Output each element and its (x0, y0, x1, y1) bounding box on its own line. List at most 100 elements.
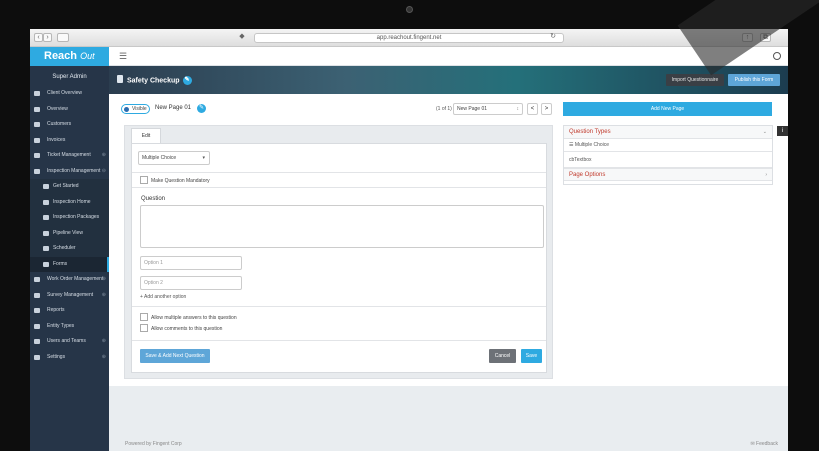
users-icon (34, 122, 40, 127)
edit-page-icon[interactable]: ✎ (197, 104, 206, 113)
powered-by: Powered by Fingent Corp (125, 441, 182, 447)
sidebar-item-users-and-teams[interactable]: Users and Teams ⊕ (30, 334, 109, 350)
briefcase-icon (34, 277, 40, 282)
question-type-textbox[interactable]: cbTextbox (564, 152, 772, 168)
page-options-title: Page Options (569, 172, 606, 178)
footer: Powered by Fingent Corp ✉ Feedback (109, 437, 788, 451)
visible-toggle[interactable]: Visible (121, 104, 150, 114)
sidebar-item-inspection-management[interactable]: Inspection Management ⊖ (30, 164, 109, 180)
sidebar-item-label: Work Order Management (47, 276, 104, 282)
main-content: Visible New Page 01 ✎ (1 of 1) New Page … (109, 94, 788, 386)
sidebar-item-label: Forms (53, 260, 68, 267)
chevron-down-icon: ⌄ (762, 129, 767, 135)
page-options-header[interactable]: Page Options › (564, 168, 772, 181)
sidebar-item-label: Customers (47, 121, 72, 127)
question-type-label: Multiple Choice (574, 142, 610, 148)
sidebar-item-label: Get Started (53, 183, 79, 189)
back-button[interactable]: ‹ (34, 33, 43, 42)
plus-icon: ⊕ (101, 152, 106, 158)
report-icon (34, 308, 40, 313)
plus-icon: ⊕ (101, 353, 106, 360)
import-questionnaire-button[interactable]: Import Questionnaire (666, 74, 724, 86)
sidebar-item-reports[interactable]: Reports (30, 303, 109, 319)
sidebar-item-label: Settings (47, 353, 66, 360)
question-types-header[interactable]: Question Types ⌄ (564, 126, 772, 139)
power-icon[interactable] (773, 52, 781, 60)
editor-panel: Multiple Choice Make Question Mandatory … (131, 143, 547, 373)
question-type-multiple-choice[interactable]: ☰ Multiple Choice (564, 139, 772, 152)
question-textarea[interactable] (140, 205, 544, 248)
sidebar-item-label: Overview (47, 105, 68, 112)
list-icon: ☰ (569, 142, 574, 148)
allow-comments-checkbox[interactable] (140, 324, 148, 332)
pipeline-icon (43, 230, 49, 236)
sidebar-item-get-started[interactable]: Get Started (30, 179, 109, 195)
option-1-input[interactable]: Option 1 (140, 256, 242, 270)
feedback-label: Feedback (756, 441, 778, 447)
monitor-icon (34, 153, 40, 158)
sidebar-item-customers[interactable]: Customers (30, 117, 109, 133)
brand-logo[interactable]: Reach Out (30, 47, 109, 66)
allow-multiple-checkbox[interactable] (140, 313, 148, 321)
sidebar-toggle-icon[interactable] (57, 33, 69, 42)
sidebar-item-settings[interactable]: Settings ⊕ (30, 350, 109, 366)
sidebar-item-ticket-management[interactable]: Ticket Management ⊕ (30, 148, 109, 164)
sidebar-item-invoices[interactable]: Invoices (30, 133, 109, 149)
shield-icon: ◆ (239, 33, 245, 40)
add-new-page-button[interactable]: Add New Page (563, 102, 772, 116)
browser-toolbar: ‹ › ◆ app.reachout.fingent.net ↻ ↑ ⧉ (30, 29, 788, 47)
question-type-select[interactable]: Multiple Choice (138, 151, 210, 165)
save-button[interactable]: Save (521, 349, 542, 363)
publish-form-button[interactable]: Publish this Form (728, 74, 780, 86)
feedback-link[interactable]: ✉ Feedback (750, 437, 778, 451)
mandatory-label: Make Question Mandatory (151, 178, 210, 184)
prev-page-button[interactable]: < (527, 103, 538, 115)
allow-multiple-label: Allow multiple answers to this question (151, 315, 237, 321)
right-panel: Question Types ⌄ ☰ Multiple Choice cbText… (563, 125, 773, 185)
device-frame: ‹ › ◆ app.reachout.fingent.net ↻ ↑ ⧉ Rea… (0, 0, 819, 451)
save-and-add-next-button[interactable]: Save & Add Next Question (140, 349, 210, 363)
sidebar-item-work-order-management[interactable]: Work Order Management ⊕ (30, 272, 109, 288)
reload-icon[interactable]: ↻ (549, 33, 557, 42)
cancel-button[interactable]: Cancel (489, 349, 516, 363)
hamburger-menu-icon[interactable]: ☰ (119, 52, 127, 61)
briefcase-icon (34, 91, 40, 96)
sidebar-item-label: Scheduler (53, 245, 76, 251)
address-bar[interactable]: app.reachout.fingent.net (254, 33, 564, 43)
share-icon[interactable]: ↑ (742, 33, 753, 42)
page-name: New Page 01 (155, 105, 192, 111)
sidebar-item-forms[interactable]: Forms (30, 256, 109, 272)
page-select[interactable]: New Page 01 (453, 103, 523, 115)
sidebar-item-pipeline-view[interactable]: Pipeline View (30, 225, 109, 241)
tabs-icon[interactable]: ⧉ (760, 33, 771, 42)
divider (132, 340, 546, 341)
sidebar-item-overview[interactable]: Overview (30, 102, 109, 118)
next-page-button[interactable]: > (541, 103, 552, 115)
option-2-input[interactable]: Option 2 (140, 276, 242, 290)
screen: ‹ › ◆ app.reachout.fingent.net ↻ ↑ ⧉ Rea… (30, 29, 788, 451)
page-header-banner: Safety Checkup ✎ Import Questionnaire Pub… (109, 66, 788, 94)
sidebar-item-inspection-packages[interactable]: Inspection Packages (30, 210, 109, 226)
sidebar-item-scheduler[interactable]: Scheduler (30, 241, 109, 257)
sidebar-item-client-overview[interactable]: Client Overview (30, 86, 109, 102)
forward-button[interactable]: › (43, 33, 52, 42)
calendar-icon (43, 246, 49, 251)
mandatory-checkbox[interactable] (140, 176, 148, 184)
package-icon (43, 215, 49, 220)
survey-icon (34, 292, 40, 298)
sidebar-item-label: Reports (47, 307, 65, 313)
sidebar-item-label: Survey Management (47, 291, 94, 298)
gear-icon (34, 354, 40, 360)
sidebar-item-entity-types[interactable]: Entity Types (30, 319, 109, 335)
info-tab-icon[interactable]: i (777, 126, 788, 136)
add-option-link[interactable]: + Add another option (140, 294, 186, 300)
camera (406, 6, 413, 13)
sidebar-item-inspection-home[interactable]: Inspection Home (30, 194, 109, 210)
sidebar-item-survey-management[interactable]: Survey Management ⊕ (30, 288, 109, 304)
form-title: Safety Checkup (127, 77, 180, 85)
edit-title-icon[interactable]: ✎ (182, 76, 192, 85)
tab-edit[interactable]: Edit (131, 128, 161, 143)
sidebar-item-label: Inspection Management (47, 167, 101, 174)
sidebar-item-label: Invoices (47, 136, 66, 143)
form-icon (43, 261, 49, 267)
